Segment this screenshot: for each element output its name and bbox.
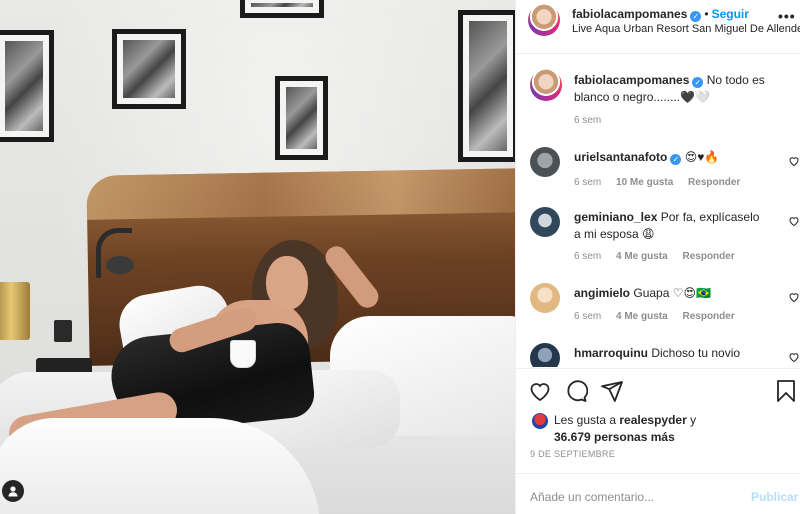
coffee-cup [230,340,256,368]
commenter-avatar[interactable] [530,343,560,367]
post-photo[interactable] [0,0,515,514]
comment-heart-icon[interactable] [788,155,800,167]
commenter-avatar[interactable] [530,147,560,177]
post-sidebar: fabiolacampomanes ✓ • Seguir Live Aqua Urba… [515,0,800,514]
publish-button[interactable]: Publicar [751,490,798,504]
reply-button[interactable]: Responder [682,311,734,322]
post-header: fabiolacampomanes ✓ • Seguir Live Aqua Urba… [516,0,800,54]
comment-text: urielsantanafoto ✓ 😍♥🔥 [574,149,764,166]
verified-badge-icon: ✓ [692,77,704,88]
tagged-users-icon[interactable] [2,480,24,502]
caption-avatar[interactable] [530,69,562,101]
comment-heart-icon[interactable] [788,291,800,303]
likes-summary: Les gusta a realespyder y 36.679 persona… [554,412,696,446]
comment-body: Dichoso tu novio [651,346,741,360]
caption-time[interactable]: 6 sem [574,115,601,126]
verified-badge-icon: ✓ [670,154,682,165]
comment-meta: 6 sem 10 Me gusta Responder [574,177,752,188]
comment-likes[interactable]: 4 Me gusta [616,311,668,322]
comment-likes[interactable]: 10 Me gusta [616,177,673,188]
caption-text: fabiolacampomanes ✓ No todo es blanco o n… [574,72,784,106]
reply-button[interactable]: Responder [682,251,734,262]
add-comment-bar: Publicar [516,473,800,514]
comment-meta: 6 sem 4 Me gusta Responder [574,311,747,322]
post-date[interactable]: 9 DE SEPTIEMBRE [530,449,615,459]
commenter-avatar[interactable] [530,207,560,237]
comment-text: hmarroquinu Dichoso tu novio [574,345,764,362]
author-line: fabiolacampomanes ✓ • Seguir [572,7,749,22]
post-actions: Les gusta a realespyder y 36.679 persona… [516,368,800,514]
separator-dot: • [704,7,709,21]
commenter-username[interactable]: geminiano_lex [574,210,657,224]
comment-input[interactable] [530,488,730,506]
bookmark-icon[interactable] [774,379,798,403]
comment-text: geminiano_lex Por fa, explícaselo a mi e… [574,209,764,243]
comment-time[interactable]: 6 sem [574,177,601,188]
comment-text: angimielo Guapa ♡😍🇧🇷 [574,285,764,302]
author-username[interactable]: fabiolacampomanes [572,7,687,21]
comment-likes[interactable]: 4 Me gusta [616,251,668,262]
likes-prefix: Les gusta a [554,413,617,427]
commenter-username[interactable]: angimielo [574,286,630,300]
commenter-username[interactable]: hmarroquinu [574,346,648,360]
comment-body: Guapa ♡😍🇧🇷 [633,286,711,300]
liker-username[interactable]: realespyder [619,413,686,427]
comment-heart-icon[interactable] [788,351,800,363]
comment-icon[interactable] [564,379,588,403]
comment-time[interactable]: 6 sem [574,311,601,322]
comment-body: 😍♥🔥 [684,150,720,164]
more-options-icon[interactable]: ••• [778,8,796,24]
likes-connector: y [690,413,697,427]
comment-heart-icon[interactable] [788,215,800,227]
liker-avatar[interactable] [532,413,548,429]
comment-meta: 6 sem 4 Me gusta Responder [574,251,747,262]
comments-list[interactable]: fabiolacampomanes ✓ No todo es blanco o n… [516,55,800,367]
reply-button[interactable]: Responder [688,177,740,188]
comment-time[interactable]: 6 sem [574,251,601,262]
commenter-avatar[interactable] [530,283,560,313]
author-avatar[interactable] [528,4,560,36]
caption-username[interactable]: fabiolacampomanes [574,73,689,87]
likes-count[interactable]: 36.679 personas más [554,430,675,444]
heart-icon[interactable] [528,379,552,403]
follow-button[interactable]: Seguir [712,7,749,21]
share-icon[interactable] [600,379,624,403]
commenter-username[interactable]: urielsantanafoto [574,150,667,164]
verified-badge-icon: ✓ [690,11,702,22]
location-link[interactable]: Live Aqua Urban Resort San Miguel De All… [572,23,800,35]
